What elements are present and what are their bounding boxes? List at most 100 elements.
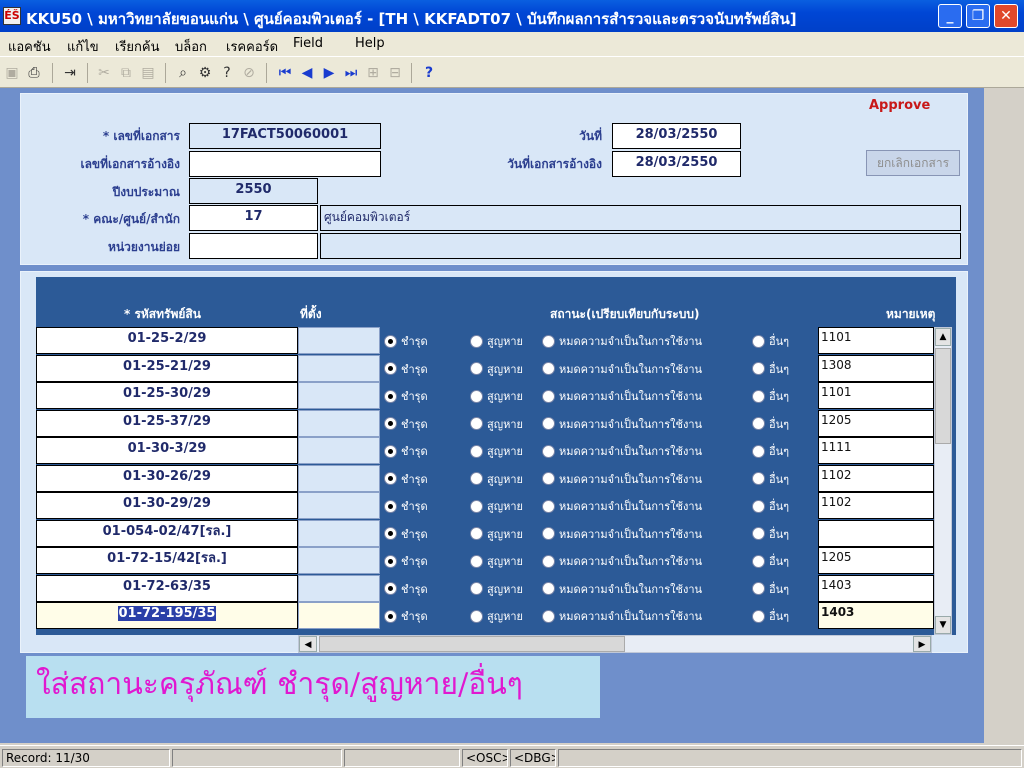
status-option[interactable]: หมดความจำเป็นในการใช้งาน	[542, 526, 702, 542]
radio-button-icon[interactable]	[752, 362, 765, 375]
scroll-left-icon[interactable]: ◀	[299, 636, 317, 652]
radio-button-icon[interactable]	[470, 444, 483, 458]
location-cell[interactable]	[298, 547, 380, 574]
location-cell[interactable]	[298, 327, 380, 354]
note-cell[interactable]	[818, 519, 934, 547]
subunit-code-field[interactable]	[189, 233, 318, 259]
status-option[interactable]: อื่นๆ	[752, 526, 789, 542]
execute-query-icon[interactable]: ⚙	[196, 64, 214, 82]
status-option[interactable]: สูญหาย	[470, 526, 523, 542]
location-cell[interactable]	[298, 437, 380, 464]
radio-button-icon[interactable]	[752, 609, 765, 623]
status-option[interactable]: หมดความจำเป็นในการใช้งาน	[542, 608, 702, 624]
asset-code-cell[interactable]: 01-054-02/47[รล.]	[36, 519, 298, 547]
status-option[interactable]: ชำรุด	[384, 581, 428, 597]
status-option[interactable]: สูญหาย	[470, 471, 523, 487]
radio-button-icon[interactable]	[542, 527, 555, 540]
radio-button-icon[interactable]	[542, 582, 555, 595]
location-cell[interactable]	[298, 354, 380, 382]
location-cell[interactable]	[298, 464, 380, 492]
status-option[interactable]: หมดความจำเป็นในการใช้งาน	[542, 361, 702, 377]
status-option[interactable]: สูญหาย	[470, 443, 523, 459]
location-cell[interactable]	[298, 382, 380, 409]
faculty-code-field[interactable]: 17	[189, 205, 318, 231]
scroll-up-icon[interactable]: ▲	[935, 328, 951, 346]
radio-button-icon[interactable]	[470, 554, 483, 568]
asset-code-cell[interactable]: 01-30-26/29	[36, 464, 298, 492]
radio-button-icon[interactable]	[384, 499, 397, 513]
asset-code-cell[interactable]: 01-72-195/35	[36, 602, 298, 629]
radio-button-icon[interactable]	[384, 527, 397, 540]
status-option[interactable]: ชำรุด	[384, 471, 428, 487]
location-cell[interactable]	[298, 409, 380, 437]
radio-button-icon[interactable]	[542, 444, 555, 458]
scroll-right-icon[interactable]: ▶	[913, 636, 931, 652]
radio-button-icon[interactable]	[470, 389, 483, 403]
status-option[interactable]: อื่นๆ	[752, 498, 789, 514]
vertical-scroll-thumb[interactable]	[935, 348, 951, 444]
asset-code-cell[interactable]: 01-25-21/29	[36, 354, 298, 382]
note-cell[interactable]: 1111	[818, 437, 934, 464]
cancel-query-icon[interactable]: ⊘	[240, 64, 258, 82]
status-option[interactable]: อื่นๆ	[752, 416, 789, 432]
asset-code-cell[interactable]: 01-25-30/29	[36, 382, 298, 409]
radio-button-icon[interactable]	[470, 527, 483, 540]
radio-button-icon[interactable]	[384, 609, 397, 623]
radio-button-icon[interactable]	[752, 444, 765, 458]
status-option[interactable]: ชำรุด	[384, 553, 428, 569]
menu-action[interactable]: แอคชัน	[8, 36, 51, 57]
location-cell[interactable]	[298, 492, 380, 519]
radio-button-icon[interactable]	[752, 527, 765, 540]
radio-button-icon[interactable]	[470, 472, 483, 485]
asset-code-cell[interactable]: 01-25-2/29	[36, 327, 298, 354]
radio-button-icon[interactable]	[470, 362, 483, 375]
note-cell[interactable]: 1101	[818, 382, 934, 409]
radio-button-icon[interactable]	[752, 417, 765, 430]
maximize-button[interactable]: ❐	[966, 4, 990, 28]
radio-button-icon[interactable]	[542, 362, 555, 375]
status-option[interactable]: หมดความจำเป็นในการใช้งาน	[542, 443, 702, 459]
radio-button-icon[interactable]	[542, 609, 555, 623]
status-option[interactable]: หมดความจำเป็นในการใช้งาน	[542, 416, 702, 432]
note-cell[interactable]: 1101	[818, 327, 934, 354]
print-preview-icon[interactable]: ⎙	[25, 64, 43, 82]
vertical-scrollbar[interactable]: ▲ ▼	[934, 327, 952, 635]
status-option[interactable]: อื่นๆ	[752, 553, 789, 569]
status-option[interactable]: อื่นๆ	[752, 471, 789, 487]
radio-button-icon[interactable]	[384, 362, 397, 375]
save-icon[interactable]: ▣	[3, 64, 21, 82]
radio-button-icon[interactable]	[384, 417, 397, 430]
next-record-icon[interactable]: ▶	[320, 64, 338, 82]
note-cell[interactable]: 1205	[818, 409, 934, 437]
menu-help[interactable]: Help	[355, 36, 385, 51]
radio-button-icon[interactable]	[542, 417, 555, 430]
status-option[interactable]: หมดความจำเป็นในการใช้งาน	[542, 581, 702, 597]
ref-date-field[interactable]: 28/03/2550	[612, 151, 741, 177]
note-cell[interactable]: 1102	[818, 492, 934, 519]
radio-button-icon[interactable]	[752, 472, 765, 485]
fiscal-year-field[interactable]: 2550	[189, 178, 318, 204]
radio-button-icon[interactable]	[470, 417, 483, 430]
cancel-document-button[interactable]: ยกเลิกเอกสาร	[866, 150, 960, 176]
menu-record[interactable]: เรคคอร์ด	[226, 36, 278, 57]
delete-record-icon[interactable]: ⊟	[386, 64, 404, 82]
status-option[interactable]: สูญหาย	[470, 416, 523, 432]
menu-edit[interactable]: แก้ไข	[67, 36, 99, 57]
status-option[interactable]: อื่นๆ	[752, 388, 789, 404]
menu-field[interactable]: Field	[293, 36, 323, 51]
status-option[interactable]: ชำรุด	[384, 526, 428, 542]
status-option[interactable]: อื่นๆ	[752, 608, 789, 624]
radio-button-icon[interactable]	[384, 389, 397, 403]
status-option[interactable]: ชำรุด	[384, 416, 428, 432]
note-cell[interactable]: 1102	[818, 464, 934, 492]
status-option[interactable]: สูญหาย	[470, 388, 523, 404]
radio-button-icon[interactable]	[542, 334, 555, 348]
status-option[interactable]: ชำรุด	[384, 608, 428, 624]
radio-button-icon[interactable]	[470, 582, 483, 595]
asset-code-cell[interactable]: 01-30-29/29	[36, 492, 298, 519]
asset-code-cell[interactable]: 01-72-63/35	[36, 574, 298, 602]
status-option[interactable]: สูญหาย	[470, 581, 523, 597]
copy-icon[interactable]: ⧉	[117, 64, 135, 82]
doc-no-field[interactable]: 17FACT50060001	[189, 123, 381, 149]
status-option[interactable]: ชำรุด	[384, 333, 428, 349]
